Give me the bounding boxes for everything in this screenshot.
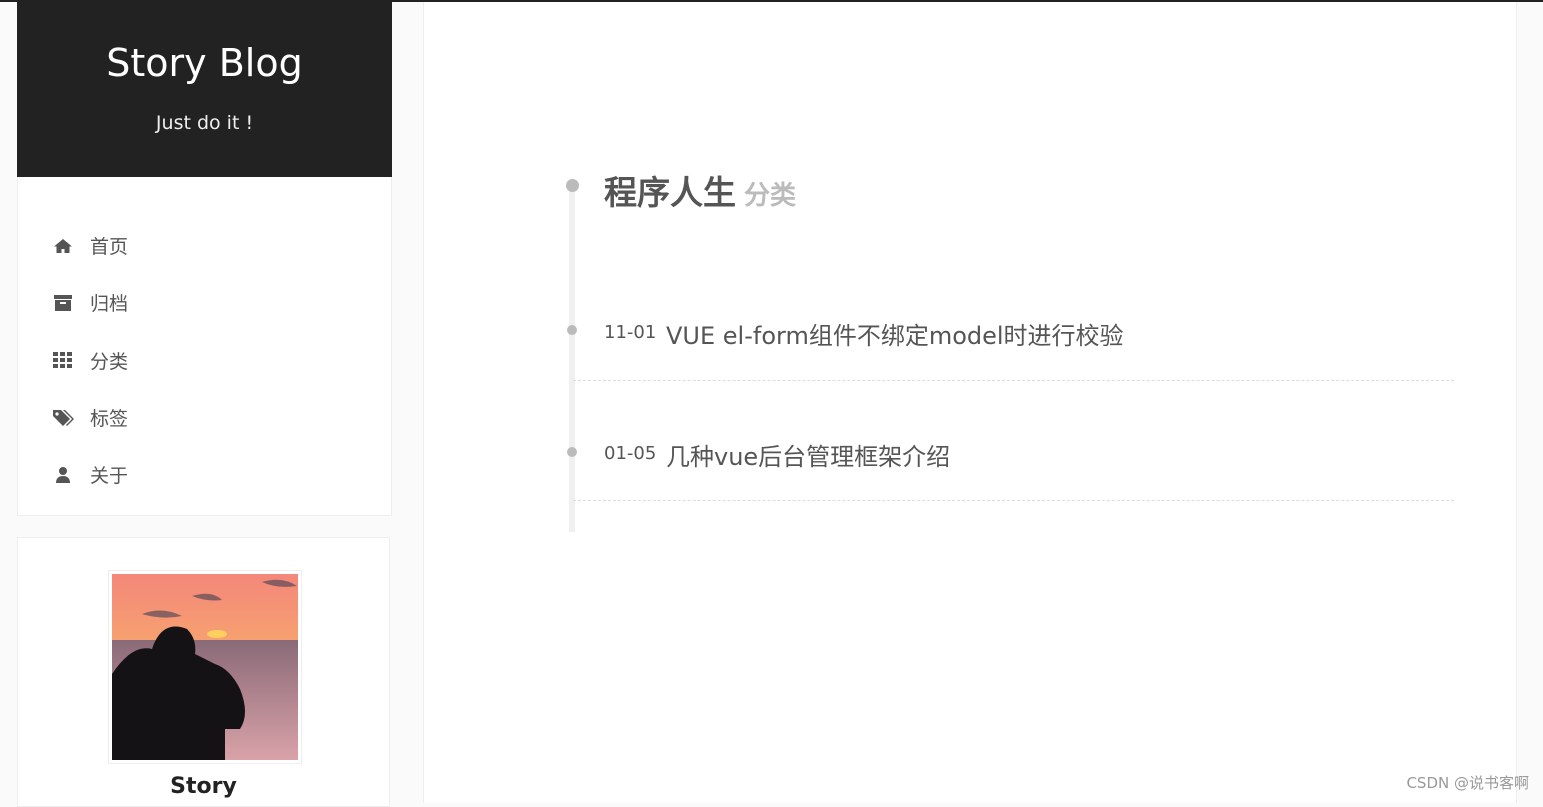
menu-label: 归档 — [90, 293, 129, 316]
menu-item-home[interactable]: 首页 — [18, 217, 391, 274]
post-date: 11-01 — [604, 322, 657, 343]
menu-label: 首页 — [90, 236, 129, 259]
menu-item-tags[interactable]: 标签 — [18, 389, 391, 446]
archive-icon — [52, 293, 74, 313]
site-header: Story Blog Just do it ! — [17, 2, 392, 177]
nav-menu: 首页 归档 分类 标签 关于 — [17, 177, 392, 516]
menu-item-archive[interactable]: 归档 — [18, 274, 391, 331]
home-icon — [52, 236, 74, 256]
tags-icon — [52, 408, 74, 428]
post-title-link[interactable]: VUE el-form组件不绑定model时进行校验 — [666, 316, 1124, 351]
profile-card: Story — [17, 537, 390, 807]
main-content: 程序人生 分类 11-01 VUE el-form组件不绑定model时进行校验 … — [423, 2, 1517, 803]
post-title-link[interactable]: 几种vue后台管理框架介绍 — [666, 437, 950, 472]
watermark: CSDN @说书客啊 — [1406, 774, 1529, 792]
menu-label: 分类 — [90, 350, 129, 373]
site-subtitle: Just do it ! — [155, 112, 254, 134]
menu-label: 关于 — [90, 465, 129, 488]
category-heading: 程序人生 分类 — [604, 166, 796, 214]
menu-label: 标签 — [90, 408, 129, 431]
post-date: 01-05 — [604, 443, 657, 464]
post-item: 11-01 VUE el-form组件不绑定model时进行校验 — [573, 260, 1454, 381]
sidebar: Story Blog Just do it ! 首页 归档 分类 标签 关于 — [17, 2, 392, 516]
grid-icon — [52, 350, 74, 370]
category-suffix: 分类 — [744, 181, 797, 211]
avatar — [108, 570, 302, 764]
menu-item-category[interactable]: 分类 — [18, 332, 391, 389]
timeline-dot — [566, 179, 579, 192]
post-item: 01-05 几种vue后台管理框架介绍 — [573, 380, 1454, 501]
menu-item-about[interactable]: 关于 — [18, 446, 391, 503]
user-icon — [52, 465, 74, 485]
profile-name: Story — [170, 774, 237, 799]
category-name: 程序人生 — [604, 173, 736, 212]
site-title[interactable]: Story Blog — [17, 2, 392, 86]
